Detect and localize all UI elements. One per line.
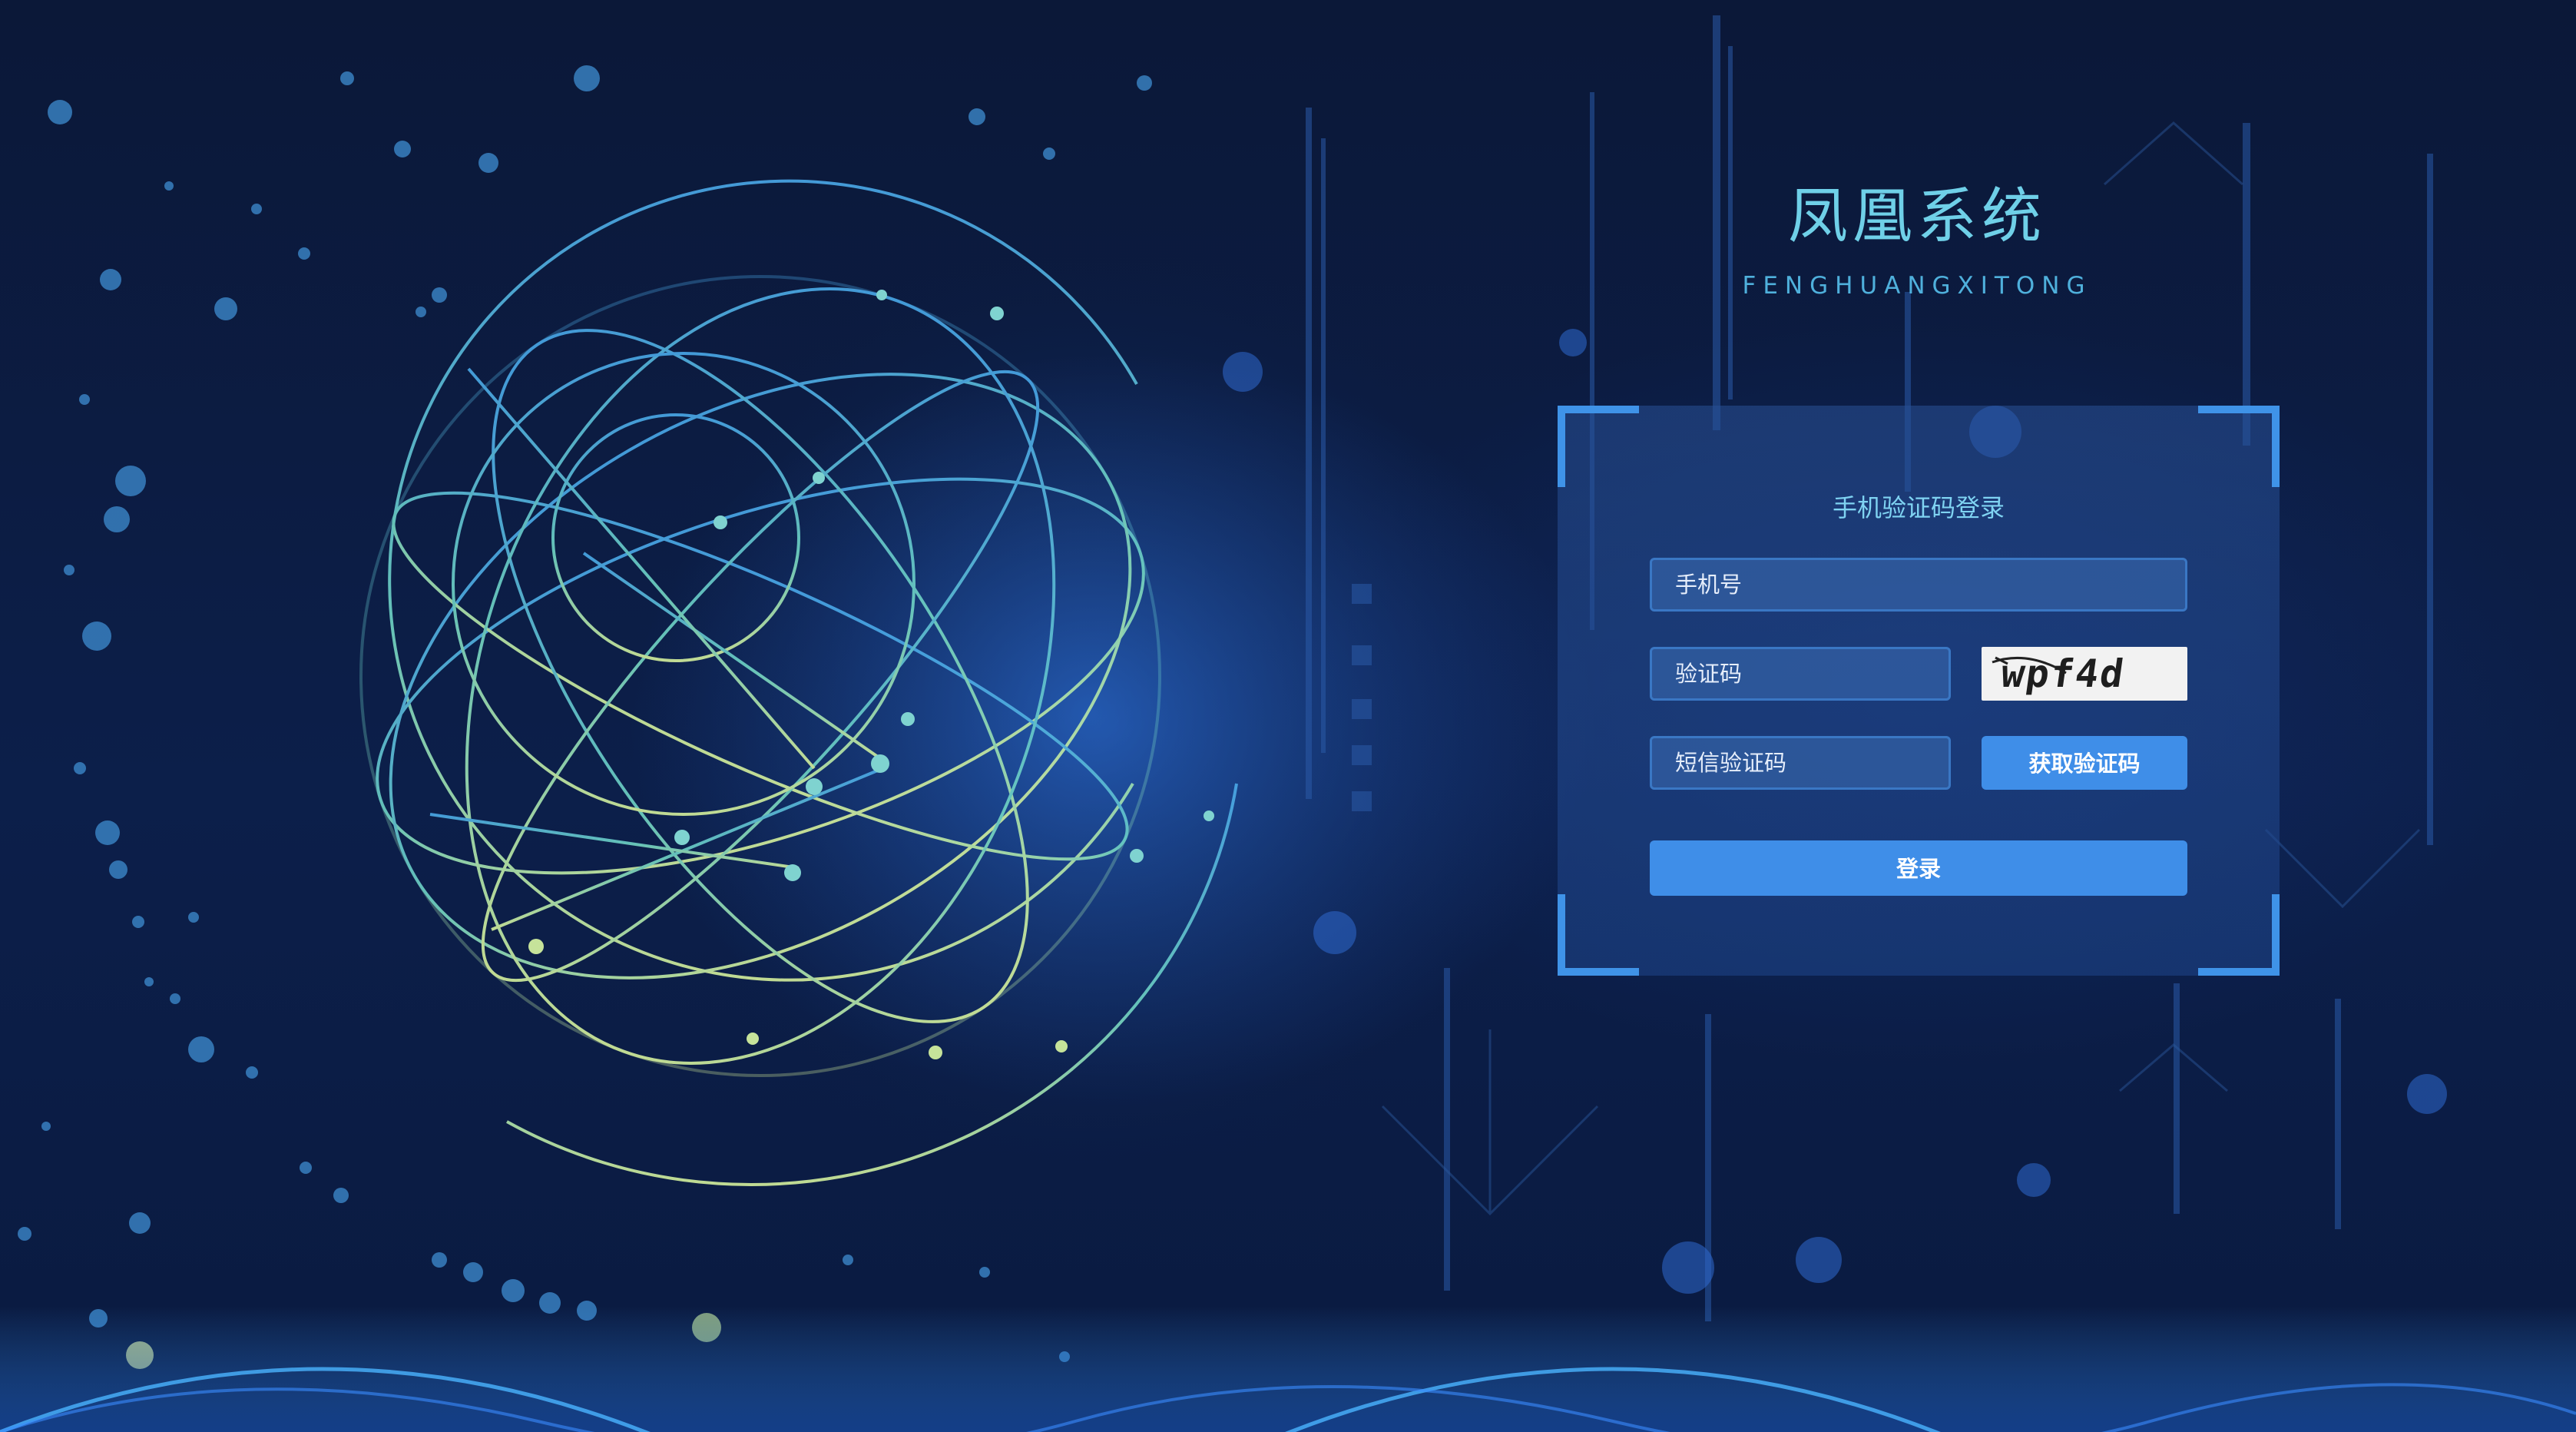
get-code-button[interactable]: 获取验证码 xyxy=(1982,736,2187,790)
panel-corner-bottom-left xyxy=(1558,894,1639,976)
panel-corner-top-left xyxy=(1558,406,1639,487)
app-title: 凤凰系统 xyxy=(1787,182,2046,251)
panel-corner-bottom-right xyxy=(2198,894,2280,976)
center-glow xyxy=(614,238,1567,1191)
captcha-image[interactable]: wpf4d xyxy=(1982,647,2187,701)
login-panel: 手机验证码登录 wpf4d 获取验证码 登录 xyxy=(1558,406,2280,976)
title-block: 凤凰系统 FENGHUANGXITONG xyxy=(1687,184,2147,300)
app-subtitle: FENGHUANGXITONG xyxy=(1742,271,2092,300)
captcha-text: wpf4d xyxy=(1998,651,2128,696)
login-button[interactable]: 登录 xyxy=(1650,840,2187,896)
login-heading: 手机验证码登录 xyxy=(1832,493,2005,522)
bottom-waves xyxy=(0,1306,2576,1432)
login-page: 凤凰系统 FENGHUANGXITONG 手机验证码登录 wpf4d 获取验证码… xyxy=(0,0,2576,1432)
captcha-input[interactable] xyxy=(1650,647,1951,701)
sms-code-input[interactable] xyxy=(1650,736,1951,790)
panel-corner-top-right xyxy=(2198,406,2280,487)
phone-input[interactable] xyxy=(1650,558,2187,612)
